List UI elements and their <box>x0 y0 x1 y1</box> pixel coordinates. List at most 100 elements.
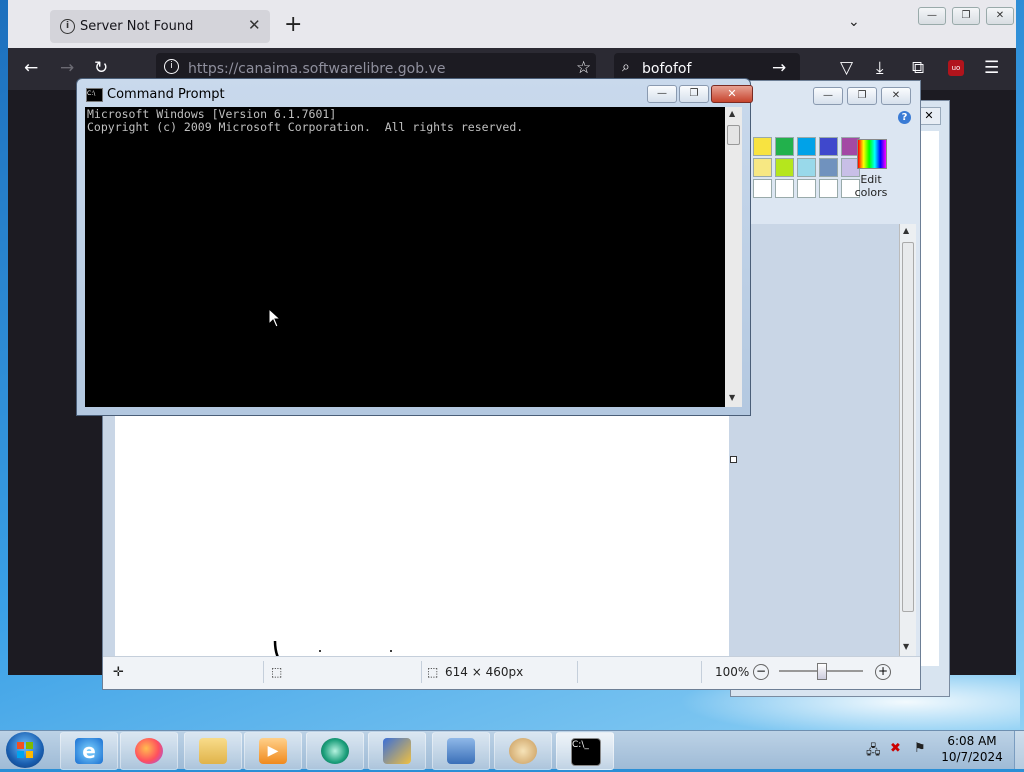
pocket-icon[interactable]: ▽ <box>840 58 853 78</box>
paint-icon <box>509 738 537 764</box>
zoom-out-button[interactable]: − <box>753 664 769 680</box>
paint-minimize-button[interactable]: — <box>813 87 843 105</box>
downloads-icon[interactable]: ⤓ <box>876 58 884 78</box>
back-icon[interactable]: ← <box>24 58 38 78</box>
palette-swatch[interactable] <box>775 158 794 177</box>
drawn-dot <box>390 650 392 652</box>
taskbar-installer[interactable] <box>368 732 426 770</box>
palette-swatch[interactable] <box>775 137 794 156</box>
scroll-down-icon[interactable]: ▼ <box>903 642 909 651</box>
mouse-cursor-icon <box>268 308 282 328</box>
firefox-close-button[interactable]: ✕ <box>986 7 1014 25</box>
ublock-icon[interactable]: uo <box>948 60 964 76</box>
canvas-size-text: 614 × 460px <box>445 665 524 679</box>
drawn-dot <box>319 650 321 652</box>
zoom-slider-thumb[interactable] <box>817 663 827 680</box>
media-player-icon: ▶ <box>259 738 287 764</box>
site-info-icon[interactable]: i <box>164 59 179 74</box>
search-icon: ⌕ <box>622 59 630 75</box>
menu-icon[interactable]: ☰ <box>984 58 999 78</box>
firefox-icon <box>135 738 163 764</box>
taskbar-file-explorer[interactable] <box>184 732 242 770</box>
firefox-minimize-button[interactable]: — <box>918 7 946 25</box>
scroll-up-icon[interactable]: ▲ <box>729 109 735 118</box>
taskbar-browser-green[interactable] <box>306 732 364 770</box>
windows-logo-icon <box>17 742 33 758</box>
scroll-thumb[interactable] <box>727 125 740 145</box>
drawn-curve <box>273 640 430 679</box>
paint-close-button[interactable]: ✕ <box>881 87 911 105</box>
firefox-maximize-button[interactable]: ❐ <box>952 7 980 25</box>
cursor-position-icon: ✛ <box>113 665 124 680</box>
palette-swatch[interactable] <box>753 158 772 177</box>
canvas-size-icon: ⬚ <box>427 665 439 679</box>
zoom-in-button[interactable]: + <box>875 664 891 680</box>
action-center-flag-icon[interactable]: ⚑ <box>914 741 926 756</box>
search-go-icon[interactable]: → <box>772 58 786 78</box>
divider <box>421 661 422 683</box>
divider <box>577 661 578 683</box>
cmd-vertical-scrollbar[interactable]: ▲ ▼ <box>725 107 742 407</box>
palette-swatch[interactable] <box>819 158 838 177</box>
show-desktop-button[interactable] <box>1014 731 1024 769</box>
search-text: bofofof <box>642 61 692 77</box>
taskbar-internet-explorer[interactable]: e <box>60 732 118 770</box>
scroll-down-icon[interactable]: ▼ <box>729 393 735 402</box>
clock[interactable]: 6:08 AM 10/7/2024 <box>936 733 1008 765</box>
internet-explorer-icon: e <box>75 738 103 764</box>
clock-date: 10/7/2024 <box>941 750 1003 764</box>
scroll-thumb[interactable] <box>902 242 914 612</box>
list-all-tabs-icon[interactable]: ⌄ <box>848 14 860 30</box>
edit-colors-label: Edit colors <box>854 173 888 199</box>
console-text: Microsoft Windows [Version 6.1.7601] Cop… <box>87 107 524 134</box>
window-title: Command Prompt <box>107 87 225 102</box>
cmd-minimize-button[interactable]: — <box>647 85 677 103</box>
start-button[interactable] <box>6 732 44 768</box>
command-prompt-window: C:\ Command Prompt — ❐ ✕ Microsoft Windo… <box>76 78 753 416</box>
taskbar-media-player[interactable]: ▶ <box>244 732 302 770</box>
canvas-resize-handle[interactable] <box>730 456 737 463</box>
tab-title: Server Not Found <box>80 19 194 34</box>
control-panel-icon <box>447 738 475 764</box>
palette-swatch[interactable] <box>753 137 772 156</box>
palette-swatch[interactable] <box>819 179 838 198</box>
selection-size-icon: ⬚ <box>271 665 283 679</box>
volume-muted-icon[interactable]: ✖ <box>890 741 901 756</box>
tab-server-not-found[interactable]: i Server Not Found ✕ <box>50 10 270 43</box>
cmd-close-button[interactable]: ✕ <box>711 85 753 103</box>
folder-icon <box>199 738 227 764</box>
taskbar-control-panel[interactable] <box>432 732 490 770</box>
new-tab-button[interactable]: + <box>284 12 302 37</box>
help-icon[interactable]: ? <box>898 111 911 124</box>
cmd-icon: C:\ <box>86 88 103 102</box>
paint-maximize-button[interactable]: ❐ <box>847 87 877 105</box>
tab-bar: i Server Not Found ✕ + ⌄ — ❐ ✕ <box>8 0 1016 48</box>
network-icon[interactable]: 🖧 <box>866 741 881 763</box>
installer-icon <box>383 738 411 764</box>
palette-swatch[interactable] <box>775 179 794 198</box>
cmd-maximize-button[interactable]: ❐ <box>679 85 709 103</box>
forward-icon[interactable]: → <box>60 58 74 78</box>
palette-swatch[interactable] <box>819 137 838 156</box>
taskbar-command-prompt[interactable]: C:\_ <box>556 732 614 770</box>
taskbar-paint[interactable] <box>494 732 552 770</box>
palette-swatch[interactable] <box>797 179 816 198</box>
clock-time: 6:08 AM <box>947 734 997 748</box>
console-output[interactable]: Microsoft Windows [Version 6.1.7601] Cop… <box>85 107 725 407</box>
taskbar: e ▶ C:\_ 🖧 ✖ ⚑ 6:08 AM 10/7/2024 <box>0 730 1024 770</box>
tab-close-icon[interactable]: ✕ <box>248 16 261 34</box>
divider <box>701 661 702 683</box>
url-text: https://canaima.softwarelibre.gob.ve <box>188 61 446 77</box>
reload-icon[interactable]: ↻ <box>94 58 108 78</box>
scroll-up-icon[interactable]: ▲ <box>903 226 909 235</box>
palette-swatch[interactable] <box>753 179 772 198</box>
palette-swatch[interactable] <box>797 158 816 177</box>
taskbar-firefox[interactable] <box>120 732 178 770</box>
zoom-level: 100% <box>715 665 750 679</box>
extensions-icon[interactable]: ⧉ <box>912 58 924 78</box>
color-spectrum-icon <box>857 139 887 169</box>
palette-swatch[interactable] <box>797 137 816 156</box>
bookmark-star-icon[interactable]: ☆ <box>576 58 591 78</box>
green-browser-icon <box>321 738 349 764</box>
paint-vertical-scrollbar[interactable]: ▲ ▼ <box>899 224 916 656</box>
